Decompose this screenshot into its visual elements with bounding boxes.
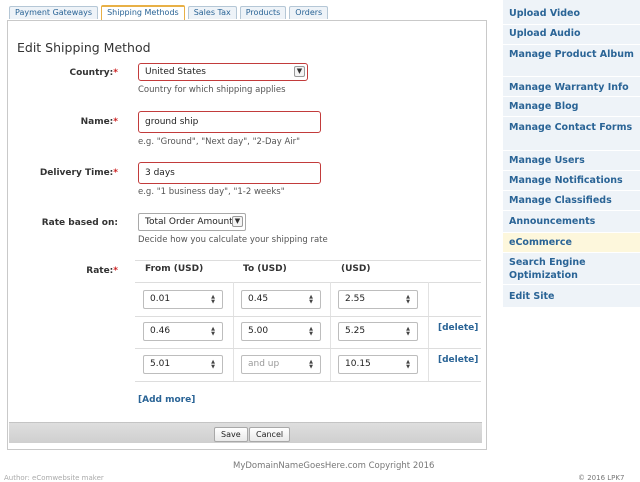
delivery-time-label: Delivery Time:*: [39, 168, 118, 178]
up-down-arrows-icon[interactable]: ▲ ▼: [404, 360, 412, 370]
sidebar-item-manage-blog[interactable]: Manage Blog: [503, 97, 640, 116]
copyright-text: MyDomainNameGoesHere.com Copyright 2016: [233, 461, 435, 471]
tab-payment-gateways[interactable]: Payment Gateways: [9, 6, 99, 19]
name-value: ground ship: [145, 117, 199, 127]
rate-amount-input[interactable]: 5.25 ▲ ▼: [338, 322, 418, 341]
delivery-time-hint: e.g. "1 business day", "1-2 weeks": [138, 187, 285, 197]
rate-header-to: To (USD): [243, 264, 287, 274]
form-action-bar: Save Cancel: [9, 422, 482, 443]
rate-row-line: [135, 316, 481, 317]
rate-header-from: From (USD): [145, 264, 204, 274]
author-text: Author: eComwebsite maker: [4, 474, 104, 482]
rate-to-value: 5.00: [248, 326, 269, 336]
up-down-arrows-icon[interactable]: ▲ ▼: [209, 327, 217, 337]
sidebar: Upload Video Upload Audio Manage Product…: [503, 0, 640, 480]
rate-amount-value: 2.55: [345, 294, 366, 304]
name-input[interactable]: ground ship: [138, 111, 321, 133]
rate-to-input[interactable]: 5.00 ▲ ▼: [241, 322, 321, 341]
delivery-time-value: 3 days: [145, 168, 175, 178]
sidebar-item-upload-audio[interactable]: Upload Audio: [503, 25, 640, 44]
sidebar-item-manage-users[interactable]: Manage Users: [503, 151, 640, 170]
name-label: Name:*: [80, 117, 118, 127]
rate-based-value: Total Order Amount: [145, 217, 233, 227]
rate-table-top-line: [135, 260, 481, 261]
rate-from-input[interactable]: 0.01 ▲ ▼: [143, 290, 223, 309]
rate-to-input[interactable]: and up ▲ ▼: [241, 355, 321, 374]
up-down-arrows-icon[interactable]: ▲ ▼: [307, 295, 315, 305]
rate-to-placeholder: and up: [248, 359, 280, 369]
footer-right-text: © 2016 LPK7: [578, 474, 625, 482]
rate-from-value: 0.46: [150, 326, 171, 336]
chevron-down-icon: ▼: [294, 66, 305, 77]
sidebar-item-manage-product-album[interactable]: Manage Product Album: [503, 45, 640, 76]
rate-from-value: 5.01: [150, 359, 171, 369]
sidebar-item-upload-video[interactable]: Upload Video: [503, 0, 640, 24]
country-hint: Country for which shipping applies: [138, 85, 286, 95]
rate-to-value: 0.45: [248, 294, 269, 304]
rate-table-line: [135, 282, 481, 283]
rate-from-input[interactable]: 5.01 ▲ ▼: [143, 355, 223, 374]
sidebar-item-manage-contact-forms[interactable]: Manage Contact Forms: [503, 117, 640, 150]
rate-table-divider: [428, 282, 429, 382]
page-title: Edit Shipping Method: [17, 40, 151, 55]
delete-rate-row-link[interactable]: [delete]: [438, 323, 478, 333]
up-down-arrows-icon[interactable]: ▲ ▼: [307, 360, 315, 370]
up-down-arrows-icon[interactable]: ▲ ▼: [209, 295, 217, 305]
edit-shipping-panel: Edit Shipping Method Country:* United St…: [7, 20, 487, 450]
sidebar-item-manage-classifieds[interactable]: Manage Classifieds: [503, 191, 640, 210]
sidebar-item-manage-warranty-info[interactable]: Manage Warranty Info: [503, 77, 640, 96]
rate-from-input[interactable]: 0.46 ▲ ▼: [143, 322, 223, 341]
sidebar-item-announcements[interactable]: Announcements: [503, 211, 640, 232]
rate-to-input[interactable]: 0.45 ▲ ▼: [241, 290, 321, 309]
rate-label: Rate:*: [86, 266, 118, 276]
up-down-arrows-icon[interactable]: ▲ ▼: [404, 295, 412, 305]
rate-amount-input[interactable]: 10.15 ▲ ▼: [338, 355, 418, 374]
up-down-arrows-icon[interactable]: ▲ ▼: [307, 327, 315, 337]
rate-based-label: Rate based on:: [41, 218, 118, 228]
tab-products[interactable]: Products: [239, 6, 287, 19]
country-label: Country:*: [69, 68, 118, 78]
rate-table-divider: [330, 282, 331, 382]
country-select[interactable]: United States ▼: [138, 63, 308, 81]
sidebar-item-ecommerce[interactable]: eCommerce: [503, 233, 640, 252]
name-hint: e.g. "Ground", "Next day", "2-Day Air": [138, 137, 301, 147]
rate-based-select[interactable]: Total Order Amount ▼: [138, 213, 246, 231]
rate-row-line: [135, 381, 481, 382]
rate-table-divider: [233, 282, 234, 382]
rate-based-hint: Decide how you calculate your shipping r…: [138, 235, 328, 245]
sidebar-item-manage-notifications[interactable]: Manage Notifications: [503, 171, 640, 190]
tab-bar: Payment Gateways Shipping Methods Sales …: [9, 5, 331, 20]
tab-sales-tax[interactable]: Sales Tax: [187, 6, 237, 19]
rate-amount-value: 5.25: [345, 326, 366, 336]
rate-row-line: [135, 348, 481, 349]
cancel-button[interactable]: Cancel: [249, 427, 291, 442]
tab-orders[interactable]: Orders: [289, 6, 329, 19]
delete-rate-row-link[interactable]: [delete]: [438, 355, 478, 365]
sidebar-item-edit-site[interactable]: Edit Site: [503, 285, 640, 307]
rate-from-value: 0.01: [150, 294, 171, 304]
delivery-time-input[interactable]: 3 days: [138, 162, 321, 184]
add-more-link[interactable]: [Add more]: [138, 395, 195, 405]
rate-header-amount: (USD): [341, 264, 371, 274]
up-down-arrows-icon[interactable]: ▲ ▼: [404, 327, 412, 337]
sidebar-item-search-engine-optimization[interactable]: Search Engine Optimization: [503, 253, 640, 284]
chevron-down-icon: ▼: [232, 216, 243, 227]
save-button[interactable]: Save: [214, 427, 248, 442]
rate-amount-value: 10.15: [345, 359, 371, 369]
up-down-arrows-icon[interactable]: ▲ ▼: [209, 360, 217, 370]
rate-amount-input[interactable]: 2.55 ▲ ▼: [338, 290, 418, 309]
tab-shipping-methods[interactable]: Shipping Methods: [101, 5, 185, 20]
country-value: United States: [145, 67, 206, 77]
